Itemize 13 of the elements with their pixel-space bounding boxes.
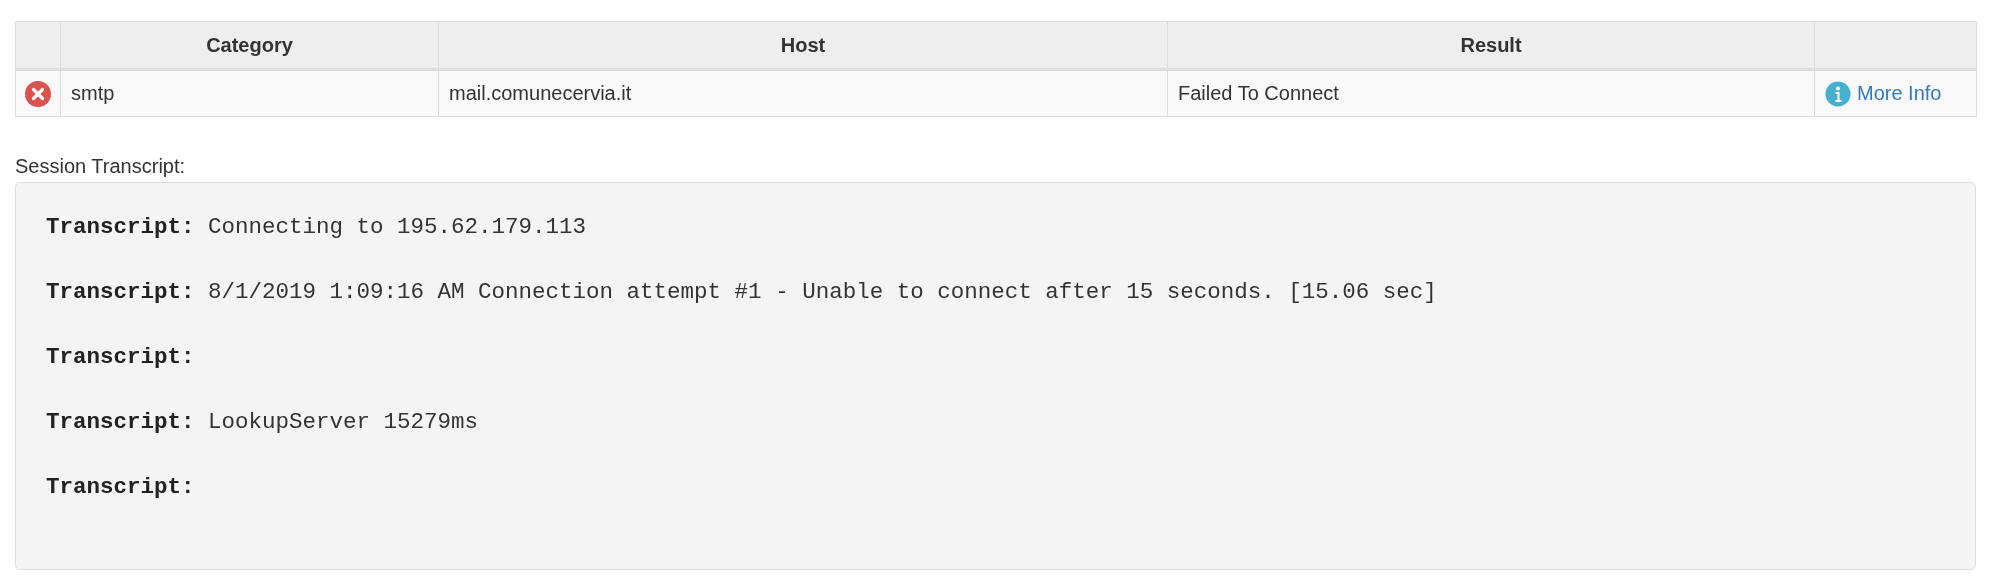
transcript-line: Transcript: 8/1/2019 1:09:16 AM Connection attempt #1 - Unable to connect after 15 seconds. [15.06 sec]	[46, 279, 1437, 305]
info-icon	[1825, 80, 1851, 107]
table-cell: mail.comunecervia.it	[449, 82, 632, 104]
transcript-line: Transcript:	[46, 344, 195, 370]
table-cell: Failed To Connect	[1178, 82, 1339, 104]
column-header: Host	[780, 33, 826, 56]
transcript-line: Transcript: Connecting to 195.62.179.113	[46, 214, 587, 240]
transcript-line: Transcript: LookupServer 15279ms	[46, 409, 479, 435]
transcript-line: Transcript:	[46, 474, 195, 500]
section-label: Session Transcript:	[15, 155, 186, 178]
column-header: Category	[206, 33, 293, 56]
table-cell: smtp	[71, 82, 115, 104]
column-header: Result	[1460, 33, 1522, 56]
